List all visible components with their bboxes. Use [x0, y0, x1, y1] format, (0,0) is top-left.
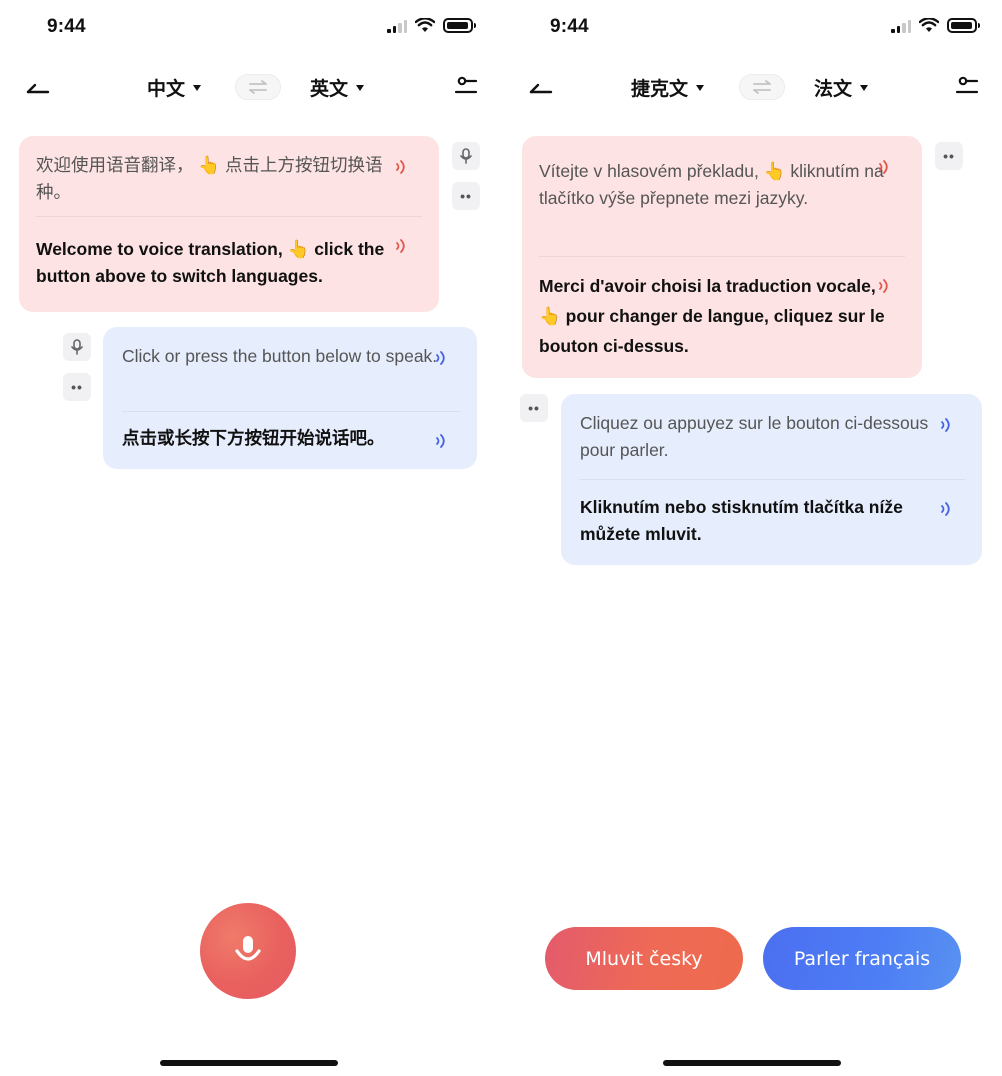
- microphone-icon: [71, 339, 83, 355]
- speak-source-language-button[interactable]: Mluvit česky: [545, 927, 743, 990]
- speaker-icon[interactable]: [938, 416, 954, 434]
- divider: [580, 479, 965, 480]
- original-text: Click or press the button below to speak…: [122, 346, 438, 366]
- translation-text: Kliknutím nebo stisknutím tlačítka níže …: [580, 497, 903, 545]
- message-bubble-outgoing: Cliquez ou appuyez sur le bouton ci-dess…: [561, 394, 982, 565]
- chevron-down-icon: [696, 84, 705, 91]
- microphone-icon: [460, 148, 472, 164]
- speaker-icon[interactable]: [393, 237, 409, 255]
- message-bubble-outgoing: Click or press the button below to speak…: [103, 327, 477, 469]
- target-language-selector[interactable]: 法文: [814, 74, 869, 101]
- speak-source-label: Mluvit česky: [585, 947, 703, 970]
- divider: [36, 216, 422, 217]
- nav-bar: 中文 英文: [0, 62, 501, 112]
- speaker-icon[interactable]: [876, 277, 892, 295]
- translation-text: Welcome to voice translation, 👆 click th…: [36, 239, 385, 287]
- nav-bar: 捷克文 法文: [501, 62, 1002, 112]
- more-button[interactable]: ••: [452, 182, 480, 210]
- swap-arrows-icon: [753, 80, 771, 94]
- wifi-icon: [415, 18, 435, 32]
- divider: [539, 256, 905, 257]
- more-button[interactable]: ••: [63, 373, 91, 401]
- source-language-selector[interactable]: 中文: [147, 74, 202, 101]
- target-language-label: 英文: [310, 79, 349, 100]
- speaker-icon[interactable]: [433, 432, 449, 450]
- mic-small-button[interactable]: [452, 142, 480, 170]
- divider: [122, 411, 460, 412]
- chevron-down-icon: [860, 84, 869, 91]
- original-text: Cliquez ou appuyez sur le bouton ci-dess…: [580, 413, 929, 461]
- status-time: 9:44: [47, 16, 86, 37]
- more-dots-icon: ••: [943, 148, 955, 164]
- swap-languages-button[interactable]: [235, 74, 281, 100]
- swap-arrows-icon: [249, 80, 267, 94]
- record-mic-button[interactable]: [200, 903, 296, 999]
- speaker-icon[interactable]: [393, 158, 409, 176]
- more-dots-icon: ••: [528, 400, 540, 416]
- wifi-icon: [919, 18, 939, 32]
- right-screen: 9:44 捷克文 法文 Vítejte v hlasovém překladu,…: [501, 0, 1002, 1076]
- signal-icon: [891, 19, 911, 33]
- speaker-icon[interactable]: [433, 349, 449, 367]
- source-language-selector[interactable]: 捷克文: [631, 74, 705, 101]
- status-icons: [387, 18, 476, 33]
- back-arrow-icon[interactable]: [24, 72, 52, 100]
- translation-text: Merci d'avoir choisi la traduction vocal…: [539, 276, 885, 356]
- more-button[interactable]: ••: [935, 142, 963, 170]
- original-text: 欢迎使用语音翻译， 👆 点击上方按钮切换语种。: [36, 155, 383, 203]
- original-text: Vítejte v hlasovém překladu, 👆 kliknutím…: [539, 161, 884, 209]
- chevron-down-icon: [356, 84, 365, 91]
- battery-icon: [443, 18, 476, 33]
- status-time: 9:44: [550, 16, 589, 37]
- more-button[interactable]: ••: [520, 394, 548, 422]
- source-language-label: 捷克文: [631, 79, 689, 100]
- target-language-selector[interactable]: 英文: [310, 74, 365, 101]
- settings-sliders-icon[interactable]: [453, 74, 479, 100]
- speak-target-label: Parler français: [793, 947, 931, 970]
- swap-languages-button[interactable]: [739, 74, 785, 100]
- more-dots-icon: ••: [71, 379, 83, 395]
- status-bar: 9:44: [0, 0, 501, 54]
- target-language-label: 法文: [814, 79, 853, 100]
- source-language-label: 中文: [147, 79, 186, 100]
- status-icons: [891, 18, 980, 33]
- back-arrow-icon[interactable]: [527, 72, 555, 100]
- translation-text: 点击或长按下方按钮开始说话吧。: [122, 428, 385, 448]
- microphone-icon: [235, 936, 261, 961]
- chevron-down-icon: [193, 84, 202, 91]
- home-indicator: [663, 1060, 841, 1066]
- status-bar: 9:44: [501, 0, 1002, 54]
- left-screen: 9:44 中文 英文 欢迎使用语音翻译， 👆 点击上方按钮切换语种。 Welco…: [0, 0, 501, 1076]
- speaker-icon[interactable]: [938, 500, 954, 518]
- speak-target-language-button[interactable]: Parler français: [763, 927, 961, 990]
- speaker-icon[interactable]: [876, 158, 892, 176]
- settings-sliders-icon[interactable]: [954, 74, 980, 100]
- message-bubble-incoming: Vítejte v hlasovém překladu, 👆 kliknutím…: [522, 136, 922, 378]
- more-dots-icon: ••: [460, 188, 472, 204]
- signal-icon: [387, 19, 407, 33]
- battery-icon: [947, 18, 980, 33]
- mic-small-button[interactable]: [63, 333, 91, 361]
- home-indicator: [160, 1060, 338, 1066]
- message-bubble-incoming: 欢迎使用语音翻译， 👆 点击上方按钮切换语种。 Welcome to voice…: [19, 136, 439, 312]
